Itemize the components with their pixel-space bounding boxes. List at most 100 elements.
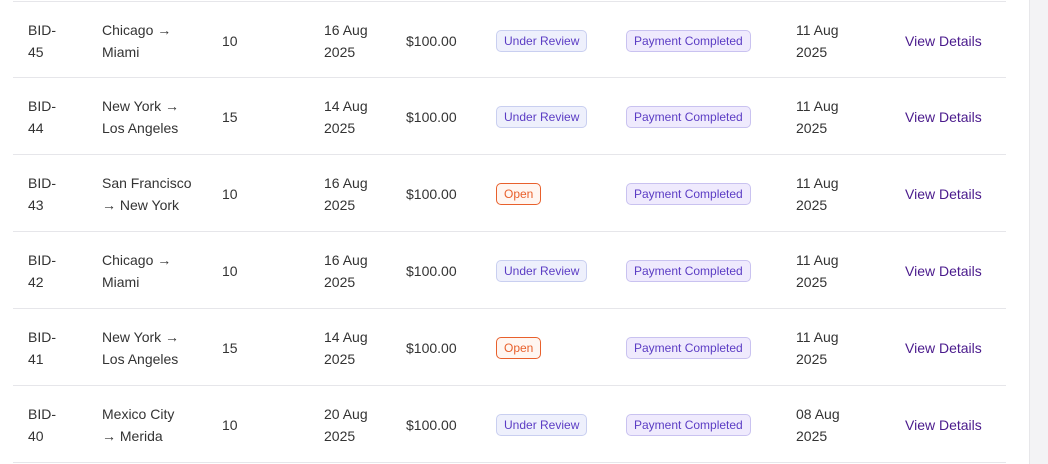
created-year: 2025: [796, 43, 828, 60]
view-details-link[interactable]: View Details: [905, 106, 982, 128]
route-destination: Los Angeles: [102, 350, 179, 367]
deadline-year: 2025: [324, 350, 356, 367]
payment-cell: Payment Completed: [626, 2, 766, 79]
view-details-link[interactable]: View Details: [905, 414, 982, 436]
route-origin: Chicago →: [102, 251, 172, 268]
bid-id-cell: BID- 40: [28, 386, 78, 463]
route-cell: San Francisco → New York: [102, 155, 202, 232]
deadline-day-month: 14 Aug: [324, 328, 368, 345]
status-badge: Under Review: [496, 105, 588, 128]
created-date-cell: 11 Aug 2025: [796, 2, 856, 79]
action-cell: View Details: [905, 155, 1005, 232]
created-date-cell: 11 Aug 2025: [796, 232, 856, 309]
status-cell: Open: [496, 309, 616, 386]
bid-id-prefix: BID-: [28, 97, 56, 114]
quantity-cell: 10: [222, 2, 262, 79]
payment-status-badge: Payment Completed: [626, 413, 751, 436]
bids-table-page: BID- 45 Chicago → Miami 10 16 Aug 2025 $…: [0, 0, 1048, 464]
status-badge: Under Review: [496, 259, 588, 282]
bid-id-cell: BID- 43: [28, 155, 78, 232]
route-cell: Chicago → Miami: [102, 232, 202, 309]
route-origin: Chicago →: [102, 21, 172, 38]
amount-value: $100.00: [406, 108, 457, 125]
status-badge: Open: [496, 336, 542, 359]
deadline-year: 2025: [324, 273, 356, 290]
amount-value: $100.00: [406, 32, 457, 49]
view-details-link[interactable]: View Details: [905, 183, 982, 205]
table-row: BID- 44 New York → Los Angeles 15 14 Aug…: [13, 78, 1006, 155]
amount-cell: $100.00: [406, 78, 476, 155]
action-cell: View Details: [905, 386, 1005, 463]
table-row: BID- 43 San Francisco → New York 10 16 A…: [13, 155, 1006, 232]
deadline-day-month: 20 Aug: [324, 405, 368, 422]
route-origin: New York →: [102, 97, 180, 114]
quantity-cell: 15: [222, 78, 262, 155]
payment-status-badge: Payment Completed: [626, 105, 751, 128]
view-details-link[interactable]: View Details: [905, 337, 982, 359]
created-day-month: 08 Aug: [796, 405, 840, 422]
payment-cell: Payment Completed: [626, 78, 766, 155]
bid-id-cell: BID- 44: [28, 78, 78, 155]
payment-status-badge: Payment Completed: [626, 336, 751, 359]
created-day-month: 11 Aug: [796, 251, 839, 268]
action-cell: View Details: [905, 2, 1005, 79]
deadline-day-month: 16 Aug: [324, 251, 368, 268]
deadline-year: 2025: [324, 196, 356, 213]
quantity-value: 10: [222, 185, 238, 202]
quantity-cell: 10: [222, 232, 262, 309]
view-details-link[interactable]: View Details: [905, 260, 982, 282]
created-year: 2025: [796, 427, 828, 444]
table-row: BID- 40 Mexico City → Merida 10 20 Aug 2…: [13, 386, 1006, 463]
bid-id-number: 40: [28, 427, 44, 444]
deadline-cell: 16 Aug 2025: [324, 232, 384, 309]
bid-id-number: 41: [28, 350, 44, 367]
created-date-cell: 11 Aug 2025: [796, 78, 856, 155]
deadline-day-month: 14 Aug: [324, 97, 368, 114]
route-destination: Miami: [102, 273, 140, 290]
action-cell: View Details: [905, 309, 1005, 386]
amount-cell: $100.00: [406, 2, 476, 79]
created-date-cell: 11 Aug 2025: [796, 309, 856, 386]
bids-table: BID- 45 Chicago → Miami 10 16 Aug 2025 $…: [13, 1, 1006, 463]
route-cell: New York → Los Angeles: [102, 309, 202, 386]
scrollbar-track[interactable]: [1029, 0, 1048, 464]
route-cell: Chicago → Miami: [102, 2, 202, 79]
deadline-cell: 16 Aug 2025: [324, 2, 384, 79]
payment-status-badge: Payment Completed: [626, 182, 751, 205]
bid-id-prefix: BID-: [28, 328, 56, 345]
created-year: 2025: [796, 119, 828, 136]
table-row: BID- 45 Chicago → Miami 10 16 Aug 2025 $…: [13, 1, 1006, 78]
bid-id-number: 44: [28, 119, 44, 136]
amount-cell: $100.00: [406, 386, 476, 463]
amount-value: $100.00: [406, 339, 457, 356]
created-year: 2025: [796, 273, 828, 290]
created-day-month: 11 Aug: [796, 328, 839, 345]
action-cell: View Details: [905, 232, 1005, 309]
deadline-cell: 16 Aug 2025: [324, 155, 384, 232]
view-details-link[interactable]: View Details: [905, 30, 982, 52]
created-day-month: 11 Aug: [796, 21, 839, 38]
created-date-cell: 08 Aug 2025: [796, 386, 856, 463]
table-row: BID- 42 Chicago → Miami 10 16 Aug 2025 $…: [13, 232, 1006, 309]
bid-id-number: 43: [28, 196, 44, 213]
deadline-cell: 14 Aug 2025: [324, 78, 384, 155]
bid-id-number: 45: [28, 43, 44, 60]
bid-id-number: 42: [28, 273, 44, 290]
amount-value: $100.00: [406, 185, 457, 202]
payment-cell: Payment Completed: [626, 386, 766, 463]
route-destination: Los Angeles: [102, 119, 179, 136]
status-badge: Under Review: [496, 413, 588, 436]
created-year: 2025: [796, 196, 828, 213]
created-day-month: 11 Aug: [796, 174, 839, 191]
payment-cell: Payment Completed: [626, 232, 766, 309]
quantity-value: 15: [222, 339, 238, 356]
bid-id-prefix: BID-: [28, 21, 56, 38]
route-destination: → New York: [102, 196, 180, 213]
route-cell: Mexico City → Merida: [102, 386, 202, 463]
created-day-month: 11 Aug: [796, 97, 839, 114]
status-cell: Under Review: [496, 232, 616, 309]
payment-status-badge: Payment Completed: [626, 29, 751, 52]
bid-id-prefix: BID-: [28, 251, 56, 268]
quantity-value: 10: [222, 32, 238, 49]
route-destination: → Merida: [102, 427, 163, 444]
